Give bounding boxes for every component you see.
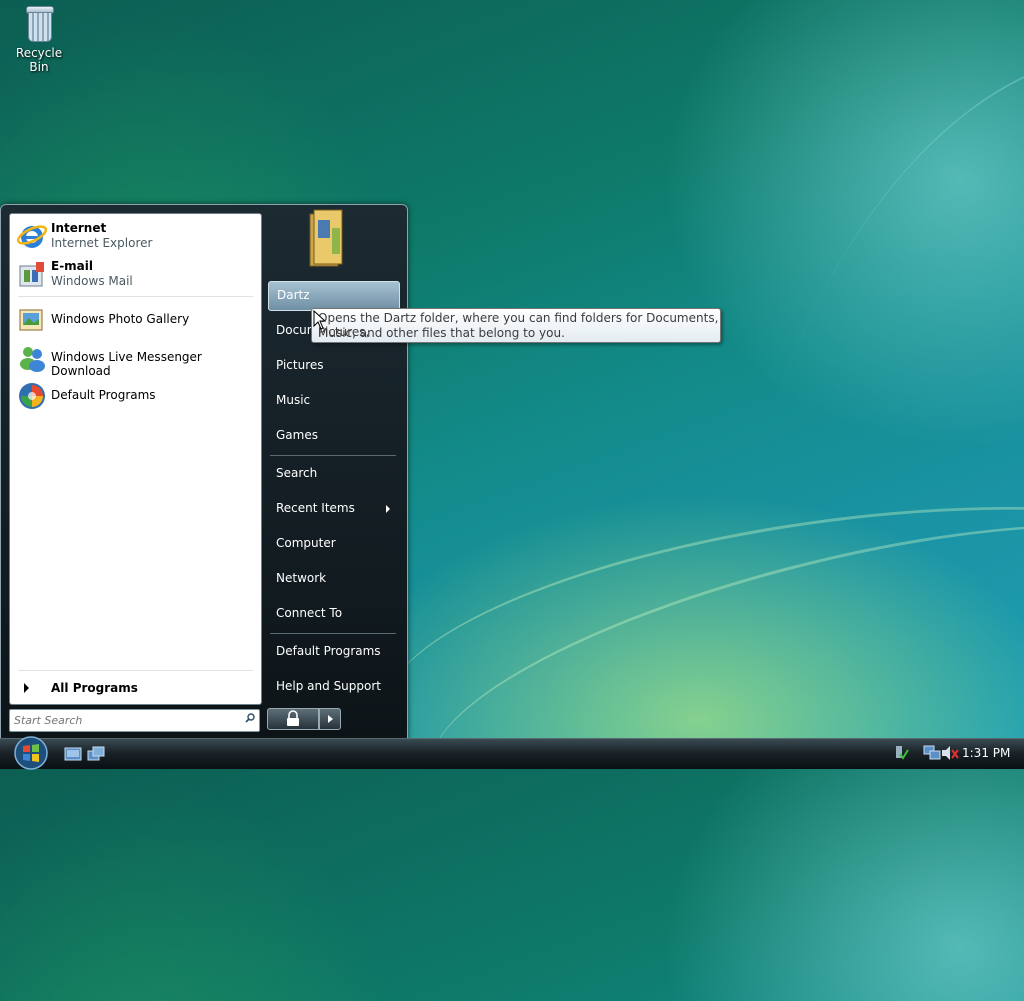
menu-item-label: Network <box>276 571 327 585</box>
chevron-right-icon <box>24 683 29 693</box>
chevron-right-icon <box>386 505 390 513</box>
menu-separator <box>270 455 396 456</box>
volume-muted-icon[interactable] <box>942 746 959 760</box>
menu-item-label: Default Programs <box>276 644 381 658</box>
recent-item-messenger[interactable]: Windows Live Messenger Download <box>14 340 257 378</box>
user-folder-icon <box>309 209 343 267</box>
start-menu-item-music[interactable]: Music <box>268 387 398 415</box>
chevron-right-icon <box>328 715 333 723</box>
start-menu-item-connect-to[interactable]: Connect To <box>268 600 398 628</box>
desktop-icon-label: Recycle Bin <box>15 46 63 74</box>
pinned-item-email[interactable]: E-mail Windows Mail <box>14 256 257 292</box>
start-menu-programs-pane: Internet Internet Explorer E-mail Window… <box>9 213 262 705</box>
shutdown-options-button[interactable] <box>319 708 341 730</box>
start-menu-item-games[interactable]: Games <box>268 422 398 450</box>
menu-item-label: Dartz <box>277 288 310 302</box>
recent-item-label: Default Programs <box>51 388 156 402</box>
pinned-item-subtitle: Internet Explorer <box>51 236 153 250</box>
windows-mail-icon <box>19 262 44 287</box>
start-search-input[interactable] <box>14 712 234 728</box>
start-menu-item-default-programs[interactable]: Default Programs <box>268 638 398 666</box>
pinned-item-title: E-mail <box>51 259 94 273</box>
taskbar-clock[interactable]: 1:31 PM <box>962 746 1010 760</box>
start-orb-button[interactable] <box>11 735 51 771</box>
menu-item-label: Help and Support <box>276 679 381 693</box>
menu-item-label: Pictures <box>276 358 324 372</box>
pinned-item-title: Internet <box>51 221 107 235</box>
search-icon[interactable] <box>245 713 255 723</box>
start-menu-item-dartz[interactable]: Dartz <box>268 281 400 311</box>
tooltip-line: Music, and other files that belong to yo… <box>318 326 565 340</box>
menu-item-label: Connect To <box>276 606 343 620</box>
start-menu-item-network[interactable]: Network <box>268 565 398 593</box>
menu-item-label: Search <box>276 466 318 480</box>
switch-windows-icon[interactable] <box>87 746 105 762</box>
internet-explorer-icon <box>16 225 48 248</box>
recent-item-default-programs[interactable]: Default Programs <box>14 378 257 414</box>
menu-item-label: Computer <box>276 536 336 550</box>
all-programs-button[interactable]: All Programs <box>14 677 257 699</box>
mouse-cursor-icon <box>313 310 327 330</box>
recent-item-label: Windows Live Messenger Download <box>51 350 202 378</box>
taskbar <box>0 738 1024 769</box>
safely-remove-hardware-icon[interactable] <box>896 746 909 760</box>
pinned-item-internet[interactable]: Internet Internet Explorer <box>14 218 257 254</box>
pinned-item-subtitle: Windows Mail <box>51 274 133 288</box>
start-search-box[interactable] <box>9 709 260 732</box>
all-programs-label: All Programs <box>51 681 138 695</box>
menu-item-label: Music <box>276 393 311 407</box>
lock-icon <box>287 710 299 726</box>
menu-separator <box>270 633 396 634</box>
messenger-icon <box>20 347 45 372</box>
pinned-separator <box>18 296 253 297</box>
start-menu-item-search[interactable]: Search <box>268 460 398 488</box>
network-icon[interactable] <box>923 745 941 760</box>
recent-item-label: Windows Photo Gallery <box>51 312 190 326</box>
power-button-group <box>267 708 341 730</box>
menu-item-label: Games <box>276 428 318 442</box>
wallpaper-streak <box>633 0 1024 1001</box>
all-programs-separator <box>18 670 253 671</box>
photo-gallery-icon <box>19 309 43 331</box>
start-menu-item-recent-items[interactable]: Recent Items <box>268 495 398 523</box>
show-desktop-icon[interactable] <box>64 746 82 762</box>
recycle-bin-icon <box>24 4 54 42</box>
start-menu-item-help-and-support[interactable]: Help and Support <box>268 673 398 701</box>
start-menu-item-pictures[interactable]: Pictures <box>268 352 398 380</box>
desktop-icon-recycle-bin[interactable]: Recycle Bin <box>6 4 72 74</box>
tooltip: Opens the Dartz folder, where you can fi… <box>311 308 721 343</box>
lock-button[interactable] <box>267 708 319 730</box>
recent-item-photo-gallery[interactable]: Windows Photo Gallery <box>14 302 257 338</box>
start-menu-item-computer[interactable]: Computer <box>268 530 398 558</box>
default-programs-icon <box>19 383 45 409</box>
menu-item-label: Recent Items <box>276 501 355 515</box>
